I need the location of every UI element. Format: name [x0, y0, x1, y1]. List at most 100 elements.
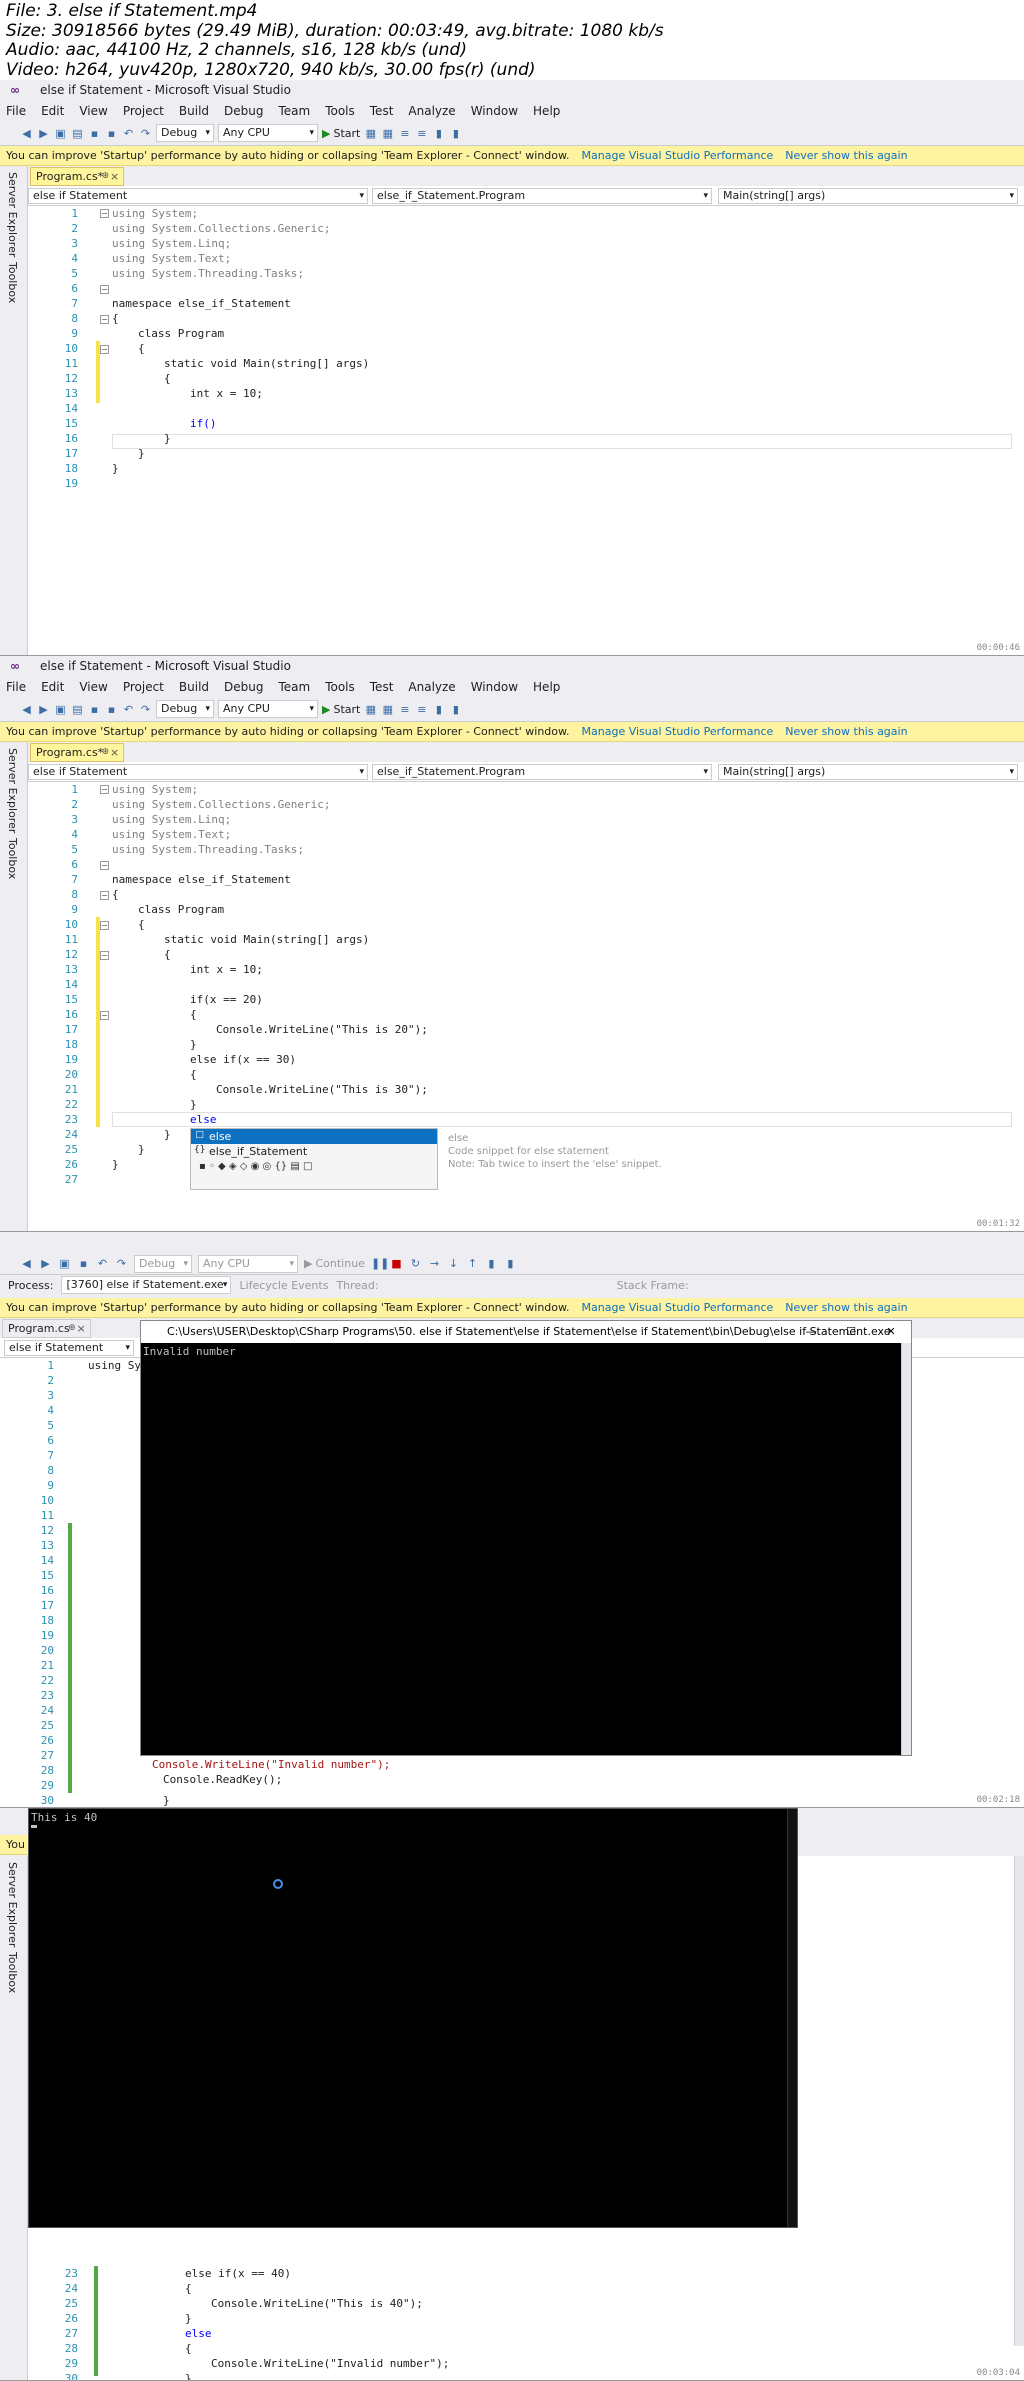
manage-performance-link[interactable]: Manage Visual Studio Performance: [582, 725, 774, 738]
menu-test[interactable]: Test: [370, 680, 394, 694]
save-icon[interactable]: ▪: [88, 703, 101, 716]
pause-icon[interactable]: ❚❚: [371, 1257, 389, 1270]
toolbox-tab[interactable]: Toolbox: [6, 1952, 19, 1993]
tool-icon[interactable]: ≡: [415, 127, 428, 140]
step-icon[interactable]: ↑: [466, 1257, 479, 1270]
menu-file[interactable]: File: [6, 104, 26, 118]
project-dropdown[interactable]: else if Statement: [28, 188, 368, 204]
class-dropdown[interactable]: else_if_Statement.Program: [372, 188, 712, 204]
pin-icon[interactable]: ⊕: [102, 168, 110, 185]
process-select[interactable]: [3760] else if Statement.exe: [61, 1276, 232, 1294]
pin-icon[interactable]: ⊕: [68, 1320, 76, 1337]
step-icon[interactable]: ↓: [447, 1257, 460, 1270]
config-select[interactable]: Debug: [134, 1254, 192, 1273]
tool-icon[interactable]: ≡: [398, 703, 411, 716]
new-project-icon[interactable]: ▣: [58, 1257, 71, 1270]
console-scrollbar[interactable]: [901, 1343, 911, 1755]
manage-performance-link[interactable]: Manage Visual Studio Performance: [582, 1301, 774, 1314]
start-button[interactable]: ▶ Start: [322, 703, 360, 716]
tool-icon[interactable]: ≡: [415, 703, 428, 716]
menu-project[interactable]: Project: [123, 680, 164, 694]
tab-program-cs[interactable]: Program.cs* ⊕ ×: [30, 167, 125, 186]
forward-icon[interactable]: ▶: [37, 127, 50, 140]
editor-scrollbar[interactable]: [1014, 1856, 1024, 2346]
project-dropdown[interactable]: else if Statement: [28, 764, 368, 780]
open-icon[interactable]: ▤: [71, 127, 84, 140]
config-select[interactable]: Debug: [156, 124, 214, 142]
never-show-link[interactable]: Never show this again: [785, 1301, 907, 1314]
platform-select[interactable]: Any CPU: [218, 124, 318, 142]
class-dropdown[interactable]: else_if_Statement.Program: [372, 764, 712, 780]
code-editor[interactable]: − − − − − − 1 using System; 2 using System…: [28, 782, 1024, 1231]
forward-icon[interactable]: ▶: [39, 1257, 52, 1270]
redo-icon[interactable]: ↷: [139, 703, 152, 716]
step-icon[interactable]: →: [428, 1257, 441, 1270]
bookmark-icon[interactable]: ▮: [449, 127, 462, 140]
menu-edit[interactable]: Edit: [41, 104, 64, 118]
platform-select[interactable]: Any CPU: [198, 1254, 298, 1273]
bookmark-icon[interactable]: ▮: [504, 1257, 517, 1270]
member-dropdown[interactable]: Main(string[] args): [718, 188, 1018, 204]
menu-view[interactable]: View: [79, 680, 107, 694]
menu-analyze[interactable]: Analyze: [408, 104, 455, 118]
platform-select[interactable]: Any CPU: [218, 700, 318, 718]
autocomplete-filter-bar[interactable]: ▪ ◦ ◆ ◈ ◇ ◉ ◎ {} ▤ □: [191, 1159, 437, 1174]
never-show-link[interactable]: Never show this again: [785, 149, 907, 162]
bookmark-icon[interactable]: ▮: [432, 703, 445, 716]
close-icon[interactable]: ×: [76, 1320, 85, 1337]
menu-debug[interactable]: Debug: [224, 104, 263, 118]
undo-icon[interactable]: ↶: [96, 1257, 109, 1270]
close-icon[interactable]: ×: [110, 168, 119, 185]
menu-tools[interactable]: Tools: [325, 680, 355, 694]
member-dropdown[interactable]: Main(string[] args): [718, 764, 1018, 780]
menu-window[interactable]: Window: [471, 104, 518, 118]
menu-test[interactable]: Test: [370, 104, 394, 118]
server-explorer-tab[interactable]: Server Explorer: [6, 1862, 19, 1947]
menu-project[interactable]: Project: [123, 104, 164, 118]
never-show-link[interactable]: Never show this again: [785, 725, 907, 738]
pin-icon[interactable]: ⊕: [102, 744, 110, 761]
menu-tools[interactable]: Tools: [325, 104, 355, 118]
manage-performance-link[interactable]: Manage Visual Studio Performance: [582, 149, 774, 162]
tool-icon[interactable]: ▦: [381, 127, 394, 140]
console-window[interactable]: This is 40: [28, 1808, 798, 2228]
toolbox-tab[interactable]: Toolbox: [6, 262, 19, 303]
menu-help[interactable]: Help: [533, 104, 560, 118]
bookmark-icon[interactable]: ▮: [485, 1257, 498, 1270]
back-icon[interactable]: ◀: [20, 703, 33, 716]
menu-team[interactable]: Team: [278, 680, 310, 694]
lifecycle-events[interactable]: Lifecycle Events: [239, 1279, 328, 1292]
redo-icon[interactable]: ↷: [139, 127, 152, 140]
autocomplete-item-else[interactable]: □ else: [191, 1129, 437, 1144]
stop-icon[interactable]: ■: [390, 1257, 403, 1270]
open-icon[interactable]: ▤: [71, 703, 84, 716]
back-icon[interactable]: ◀: [20, 127, 33, 140]
console-scrollbar[interactable]: [787, 1809, 797, 2227]
menu-build[interactable]: Build: [179, 104, 209, 118]
menu-view[interactable]: View: [79, 104, 107, 118]
save-all-icon[interactable]: ▪: [105, 127, 118, 140]
undo-icon[interactable]: ↶: [122, 127, 135, 140]
tool-icon[interactable]: ▦: [364, 703, 377, 716]
menu-team[interactable]: Team: [278, 104, 310, 118]
menu-analyze[interactable]: Analyze: [408, 680, 455, 694]
tool-icon[interactable]: ≡: [398, 127, 411, 140]
start-button[interactable]: ▶ Start: [322, 127, 360, 140]
autocomplete-item-namespace[interactable]: {} else_if_Statement: [191, 1144, 437, 1159]
restart-icon[interactable]: ↻: [409, 1257, 422, 1270]
close-button[interactable]: ✕: [871, 1321, 911, 1343]
menu-edit[interactable]: Edit: [41, 680, 64, 694]
new-project-icon[interactable]: ▣: [54, 703, 67, 716]
forward-icon[interactable]: ▶: [37, 703, 50, 716]
menu-build[interactable]: Build: [179, 680, 209, 694]
bookmark-icon[interactable]: ▮: [449, 703, 462, 716]
code-editor[interactable]: − − − − 1 using System; 2 using System.Col…: [28, 206, 1024, 655]
save-all-icon[interactable]: ▪: [105, 703, 118, 716]
server-explorer-tab[interactable]: Server Explorer: [6, 172, 19, 257]
server-explorer-tab[interactable]: Server Explorer: [6, 748, 19, 833]
console-window[interactable]: C:\Users\USER\Desktop\CSharp Programs\50…: [140, 1320, 912, 1756]
save-icon[interactable]: ▪: [88, 127, 101, 140]
maximize-button[interactable]: ☐: [831, 1321, 871, 1343]
menu-window[interactable]: Window: [471, 680, 518, 694]
menu-debug[interactable]: Debug: [224, 680, 263, 694]
